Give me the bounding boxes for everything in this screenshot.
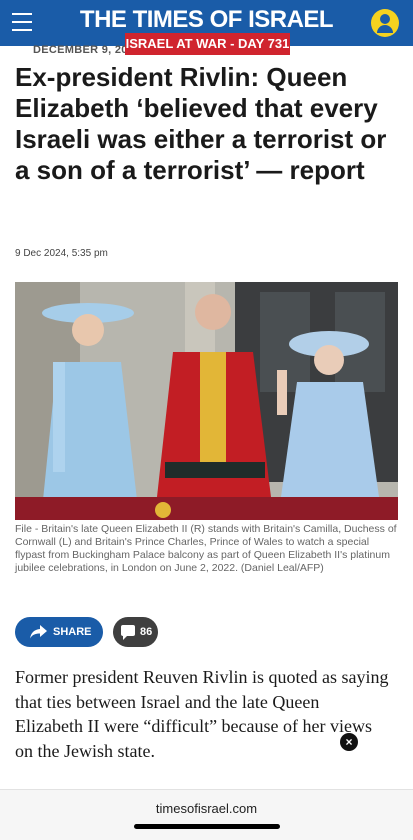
- comment-icon: [121, 625, 135, 640]
- share-button[interactable]: SHARE: [15, 617, 103, 647]
- share-label: SHARE: [53, 626, 92, 638]
- close-icon[interactable]: ×: [340, 733, 358, 751]
- article-body: Former president Reuven Rivlin is quoted…: [15, 667, 389, 761]
- publish-date: 9 Dec 2024, 5:35 pm: [15, 248, 108, 259]
- article-headline: Ex-president Rivlin: Queen Elizabeth ‘be…: [15, 62, 387, 185]
- url-text: timesofisrael.com: [155, 801, 258, 816]
- comment-count: 86: [140, 626, 153, 638]
- comments-button[interactable]: 86: [113, 617, 158, 647]
- israel-at-war-badge[interactable]: ISRAEL AT WAR - DAY 731: [125, 33, 290, 55]
- header-dateline: DECEMBER 9, 20: [33, 44, 128, 56]
- article-photo: [15, 282, 398, 520]
- share-icon: [30, 625, 47, 639]
- browser-url-bar[interactable]: timesofisrael.com: [0, 789, 413, 840]
- photo-caption: File - Britain's late Queen Elizabeth II…: [15, 523, 397, 574]
- home-indicator: [134, 824, 280, 829]
- site-logo[interactable]: THE TIMES OF ISRAEL: [0, 6, 413, 34]
- user-icon[interactable]: [371, 9, 399, 37]
